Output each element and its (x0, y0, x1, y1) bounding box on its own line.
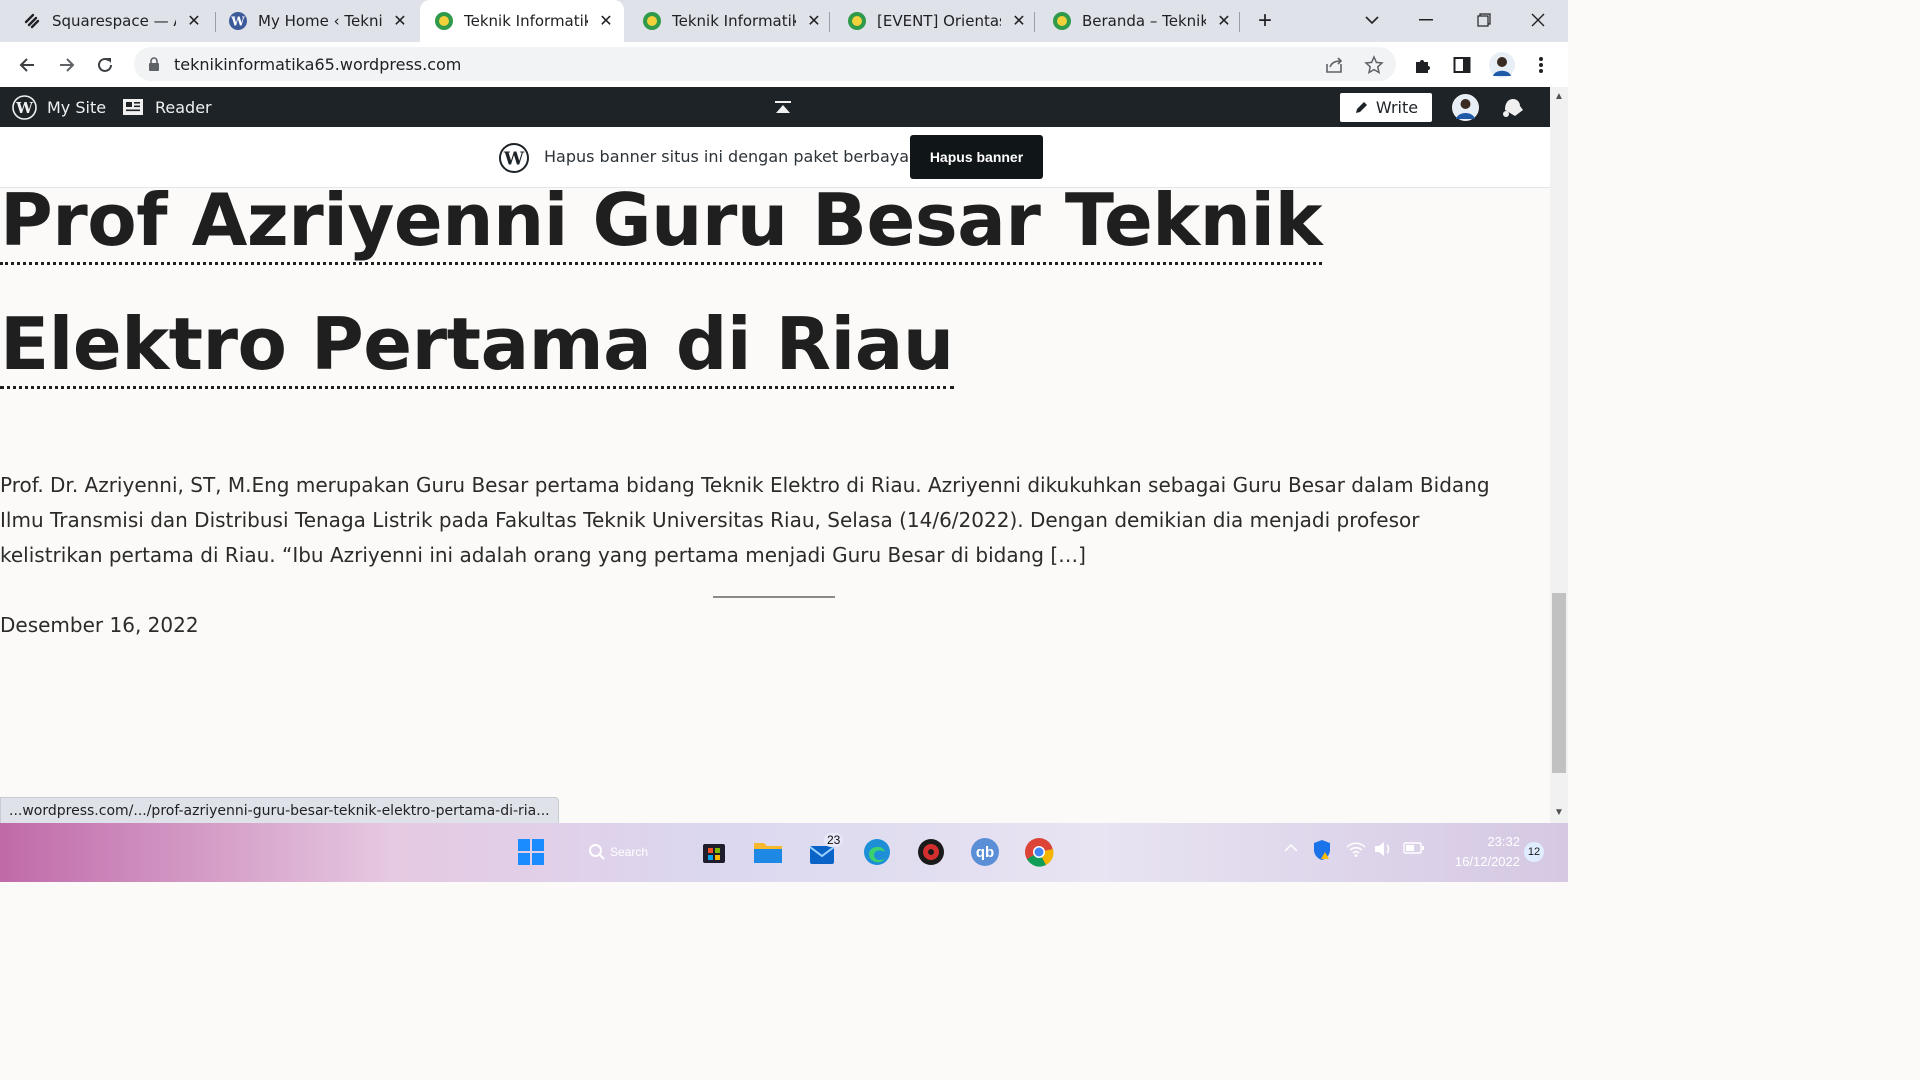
tab-title: Squarespace — Acc (52, 12, 176, 30)
start-windows-icon[interactable] (514, 835, 548, 869)
profile-avatar[interactable] (1487, 50, 1517, 80)
close-icon[interactable]: ✕ (1011, 13, 1027, 30)
file-explorer-icon[interactable] (751, 835, 785, 869)
tab-title: Teknik Informatika U (672, 12, 796, 30)
page-scrollbar[interactable]: ▲ ▼ (1550, 87, 1568, 823)
close-icon[interactable]: ✕ (598, 13, 614, 30)
back-button[interactable] (12, 50, 42, 80)
scroll-up-arrow-icon[interactable]: ▲ (1554, 91, 1564, 102)
tab-title: Teknik Informatika I (464, 12, 588, 30)
site-icon (1052, 11, 1072, 31)
mail-icon[interactable]: 23 (806, 833, 844, 869)
tab-title: My Home ‹ Teknik I (258, 12, 382, 30)
reader-icon (122, 98, 144, 116)
svg-text:W: W (503, 149, 525, 170)
svg-text:W: W (15, 99, 34, 117)
post-title-line-1[interactable]: Prof Azriyenni Guru Besar Teknik (0, 188, 1322, 265)
scroll-down-arrow-icon[interactable]: ▼ (1554, 807, 1564, 818)
tab-title: Beranda – Teknik In (1082, 12, 1206, 30)
my-site-menu[interactable]: W My Site (12, 87, 106, 127)
pen-icon (1354, 101, 1368, 115)
volume-icon[interactable] (1374, 841, 1392, 860)
minimize-button[interactable] (1402, 6, 1450, 34)
post-title-line-2[interactable]: Elektro Pertama di Riau (0, 302, 954, 389)
scrollbar-thumb[interactable] (1552, 593, 1566, 773)
write-button[interactable]: Write (1340, 93, 1432, 122)
notifications-bell-icon[interactable] (1500, 87, 1524, 127)
collapse-up-icon[interactable] (774, 87, 792, 127)
edge-browser-icon[interactable] (860, 835, 894, 869)
svg-text:W: W (230, 15, 245, 29)
clock-date: 16/12/2022 (1454, 854, 1520, 869)
post-title[interactable]: Prof Azriyenni Guru Besar Teknik Elektro… (0, 188, 1400, 406)
site-icon (847, 11, 867, 31)
battery-icon[interactable] (1403, 841, 1425, 858)
system-clock[interactable]: 23:32 16/12/2022 (1440, 832, 1520, 872)
notification-count-badge[interactable]: 12 (1524, 842, 1544, 862)
taskbar-search[interactable]: Search (588, 835, 658, 869)
wordpress-logo-icon: W (499, 143, 529, 178)
restore-button[interactable] (1460, 6, 1508, 34)
microsoft-store-icon[interactable] (697, 835, 731, 869)
close-icon[interactable]: ✕ (806, 13, 822, 30)
game-app-icon[interactable] (914, 835, 948, 869)
post-content: Prof Azriyenni Guru Besar Teknik Elektro… (0, 188, 1550, 796)
banner-text: Hapus banner situs ini dengan paket berb… (544, 147, 916, 166)
reload-button[interactable] (90, 50, 120, 80)
user-avatar[interactable] (1452, 87, 1479, 127)
link-status-url: ...wordpress.com/.../prof-azriyenni-guru… (0, 797, 559, 825)
tab-separator (1239, 12, 1240, 32)
search-label: Search (610, 845, 649, 859)
upgrade-banner: W Hapus banner situs ini dengan paket be… (0, 127, 1550, 188)
wp-admin-bar: W My Site Reader Write (0, 87, 1550, 127)
clock-time: 23:32 (1487, 834, 1520, 849)
tab-beranda[interactable]: Beranda – Teknik In ✕ (1034, 0, 1240, 42)
mail-badge: 23 (824, 833, 844, 847)
windows-taskbar: Search 23 qb 23:32 16/12/2022 12 (0, 823, 1568, 882)
close-icon[interactable]: ✕ (392, 13, 408, 30)
tab-my-home[interactable]: W My Home ‹ Teknik I ✕ (210, 0, 416, 42)
more-menu-icon[interactable] (1526, 50, 1556, 80)
close-window-button[interactable] (1514, 6, 1562, 34)
extensions-puzzle-icon[interactable] (1408, 50, 1438, 80)
qbittorrent-icon[interactable]: qb (968, 835, 1002, 869)
close-icon[interactable]: ✕ (1216, 13, 1232, 30)
tab-teknik-informatika-u[interactable]: Teknik Informatika U ✕ (624, 0, 830, 42)
wordpress-icon: W (228, 11, 248, 31)
tab-teknik-informatika-active[interactable]: Teknik Informatika I ✕ (420, 0, 624, 42)
forward-button[interactable] (52, 50, 82, 80)
wordpress-logo-icon: W (12, 94, 37, 120)
tray-chevron-icon[interactable] (1284, 841, 1298, 856)
side-panel-icon[interactable] (1447, 50, 1477, 80)
tab-event-orientasi[interactable]: [EVENT] Orientasi P ✕ (829, 0, 1035, 42)
write-label: Write (1375, 98, 1419, 117)
close-icon[interactable]: ✕ (186, 13, 202, 30)
chrome-icon[interactable] (1022, 835, 1056, 869)
site-icon (434, 11, 454, 31)
search-icon (588, 843, 606, 861)
qb-label: qb (975, 843, 995, 861)
new-tab-button[interactable]: + (1252, 7, 1278, 34)
squarespace-icon (22, 11, 42, 31)
address-bar[interactable]: teknikinformatika65.wordpress.com (134, 47, 1396, 81)
separator (713, 596, 835, 598)
bookmark-star-icon[interactable] (1363, 55, 1385, 75)
reader-label: Reader (155, 97, 212, 117)
site-icon (642, 11, 662, 31)
share-icon[interactable] (1324, 55, 1346, 75)
tab-title: [EVENT] Orientasi P (877, 12, 1001, 30)
reader-menu[interactable]: Reader (122, 87, 212, 127)
post-excerpt: Prof. Dr. Azriyenni, ST, M.Eng merupakan… (0, 473, 1490, 567)
browser-toolbar: teknikinformatika65.wordpress.com (0, 42, 1568, 87)
lock-icon[interactable] (148, 57, 160, 76)
browser-tab-strip: Squarespace — Acc ✕ W My Home ‹ Teknik I… (0, 0, 1568, 42)
tab-squarespace[interactable]: Squarespace — Acc ✕ (4, 0, 210, 42)
wifi-icon[interactable] (1346, 841, 1366, 860)
tab-search-chevron-icon[interactable] (1348, 6, 1396, 34)
post-date[interactable]: Desember 16, 2022 (0, 613, 199, 637)
remove-banner-button[interactable]: Hapus banner (910, 135, 1043, 179)
my-site-label: My Site (47, 97, 107, 117)
url-text[interactable]: teknikinformatika65.wordpress.com (174, 55, 461, 74)
security-shield-icon[interactable] (1312, 839, 1332, 864)
